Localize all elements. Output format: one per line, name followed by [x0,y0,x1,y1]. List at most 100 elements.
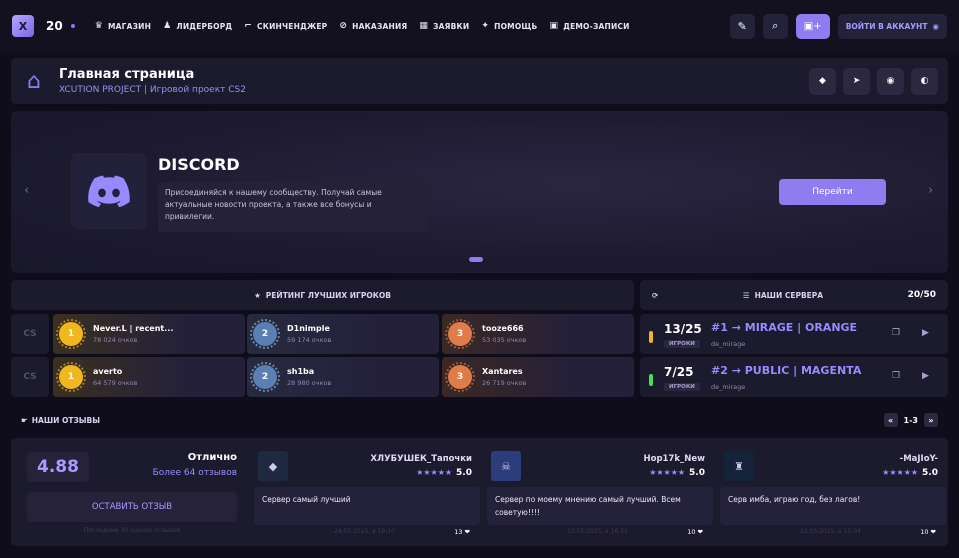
score-word: Отлично [187,452,237,463]
server-name: #1 → MIRAGE | ORANGE [711,321,858,334]
server-map: de_mirage [711,383,746,391]
play-icon[interactable]: ▶ [922,371,929,381]
leaderboard-player[interactable]: 3 tooze666 53 035 очков [442,314,634,354]
theme-brush-button[interactable]: ✎ [729,13,755,39]
average-score: 4.88 [27,452,89,482]
avatar[interactable]: ♜ [724,451,754,481]
review-text: Серв имба, играю год, без лагов! [720,487,946,525]
review-likes[interactable]: 10 ❤ [687,528,703,536]
avatar[interactable]: ☠ [491,451,521,481]
reviews-count: Более 64 отзывов [152,468,237,478]
review-text: Сервер самый лучший [254,487,480,525]
page-subtitle: XCUTION PROJECT | Игровой проект CS2 [59,85,246,95]
brush-icon: ✎ [737,19,747,33]
nav-applications[interactable]: ▦ ЗАЯВКИ [419,21,469,31]
nav-help[interactable]: ✦ ПОМОЩЬ [481,21,537,31]
server-name: #2 → PUBLIC | MAGENTA [711,364,862,377]
leaderboard-player[interactable]: 1 Never.L | recent... 78 024 очков [53,314,245,354]
pager-range: 1-3 [903,415,918,425]
play-icon[interactable]: ▶ [922,328,929,338]
slide-indicator[interactable] [469,257,483,262]
score-note: Последние 30 оценок отзывов [83,527,181,534]
search-button[interactable]: ⌕ [762,13,788,39]
server-stack-icon: ☰ [742,290,750,300]
servers-header: ⟳ ☰ НАШИ СЕРВЕРА 20/50 [640,280,948,310]
top-navbar: X 20 ♛ МАГАЗИН ♟ ЛИДЕРБОРД ⌐ СКИНЧЕНДЖЕР ⊘ Н… [0,0,959,52]
review-rating: ★★★★★ 5.0 [882,468,938,478]
home-icon: ⌂ [27,68,41,94]
review-date: 24.05.2025, в 19:10 [334,528,395,535]
review-likes[interactable]: 13 ❤ [454,528,470,536]
pager-prev-button[interactable]: « [883,413,898,427]
gun-icon: ⌐ [244,21,253,31]
review-card: ◆ ХЛУБУШЕК_Тапочки ★★★★★ 5.0 Сервер самый… [254,446,480,538]
nav-leaderboard[interactable]: ♟ ЛИДЕРБОРД [163,21,232,31]
bronze-medal-icon: 3 [445,319,475,349]
review-author[interactable]: Hop17k_New [643,454,705,464]
banner-title: DISCORD [158,155,240,174]
gold-medal-icon: 1 [56,319,86,349]
online-indicator-dot [70,24,75,28]
copy-icon[interactable]: ❐ [892,328,900,338]
server-fill-bar [649,374,653,386]
avatar[interactable]: ◆ [258,451,288,481]
server-card[interactable]: 13/25 ИГРОКИ #1 → MIRAGE | ORANGE de_mir… [640,314,948,354]
leaderboard-player[interactable]: 3 Xantares 26 719 очков [442,357,634,397]
banner-description: Присоединяйся к нашему сообществу. Получ… [158,182,428,232]
bronze-medal-icon: 3 [445,362,475,392]
refresh-icon[interactable]: ⟳ [652,291,658,300]
telegram-button[interactable]: ➤ [843,67,870,95]
servers-online-count: 20/50 [907,290,936,300]
leaderboard-player[interactable]: 2 D1nimple 59 174 очков [247,314,439,354]
crown-icon: ♛ [94,21,103,31]
banner-go-button[interactable]: Перейти [779,179,886,205]
pager-next-button[interactable]: » [924,413,938,427]
graduation-cap-icon: ✦ [481,21,490,31]
players-label: ИГРОКИ [664,383,700,391]
server-map: de_mirage [711,340,746,348]
nav-skinchanger[interactable]: ⌐ СКИНЧЕНДЖЕР [244,21,327,31]
steam-button[interactable]: ◉ [877,67,904,95]
top-actions: ✎ ⌕ ▣+ ВОЙТИ В АККАУНТ ◉ [729,13,947,39]
leaderboard-player[interactable]: 2 sh1ba 28 980 очков [247,357,439,397]
telegram-icon: ➤ [852,76,861,86]
main-nav: ♛ МАГАЗИН ♟ ЛИДЕРБОРД ⌐ СКИНЧЕНДЖЕР ⊘ НАКАЗА… [95,21,630,31]
calendar-icon: ▣ [549,21,559,31]
wallet-button[interactable]: ▣+ [795,13,830,39]
discord-icon: ◐ [920,76,929,86]
star-icon: ★ [254,290,261,300]
site-logo[interactable]: X [12,15,34,37]
discord-icon [88,175,130,207]
app-root: X 20 ♛ МАГАЗИН ♟ ЛИДЕРБОРД ⌐ СКИНЧЕНДЖЕР ⊘ Н… [0,0,959,558]
banner-prev-icon[interactable]: ‹ [24,183,29,198]
silver-medal-icon: 2 [250,362,280,392]
vk-button[interactable]: ◆ [809,67,836,95]
review-card: ☠ Hop17k_New ★★★★★ 5.0 Сервер по моему мн… [487,446,713,538]
review-likes[interactable]: 10 ❤ [920,528,936,536]
leaderboard-player[interactable]: 1 averto 64 579 очков [53,357,245,397]
medal-icon: ♟ [163,21,172,31]
server-fill-bar [649,331,653,343]
copy-icon[interactable]: ❐ [892,371,900,381]
review-date: 23.05.2025, в 16:11 [567,528,628,535]
nav-punishments[interactable]: ⊘ НАКАЗАНИЯ [339,21,407,31]
login-button[interactable]: ВОЙТИ В АККАУНТ ◉ [837,13,947,39]
gold-medal-icon: 1 [56,362,86,392]
social-links: ◆ ➤ ◉ ◐ [809,67,938,95]
rating-side-cs[interactable]: CS [11,357,49,397]
discord-logo-box [71,153,147,229]
rating-header: ★ РЕЙТИНГ ЛУЧШИХ ИГРОКОВ [11,280,634,310]
nav-shop[interactable]: ♛ МАГАЗИН [95,21,151,31]
review-rating: ★★★★★ 5.0 [649,468,705,478]
online-count: 20 [46,19,63,33]
banner-next-icon[interactable]: › [928,183,933,198]
review-author[interactable]: -MaJIoY- [900,454,938,464]
review-author[interactable]: ХЛУБУШЕК_Тапочки [370,454,472,464]
discord-button[interactable]: ◐ [911,67,938,95]
server-card[interactable]: 7/25 ИГРОКИ #2 → PUBLIC | MAGENTA de_mir… [640,357,948,397]
review-text: Сервер по моему мнению самый лучший. Все… [487,487,713,525]
rating-side-cs[interactable]: CS [11,314,49,354]
steam-icon: ◉ [886,76,895,86]
nav-demos[interactable]: ▣ ДЕМО-ЗАПИСИ [549,21,629,31]
leave-review-button[interactable]: ОСТАВИТЬ ОТЗЫВ [27,492,237,522]
